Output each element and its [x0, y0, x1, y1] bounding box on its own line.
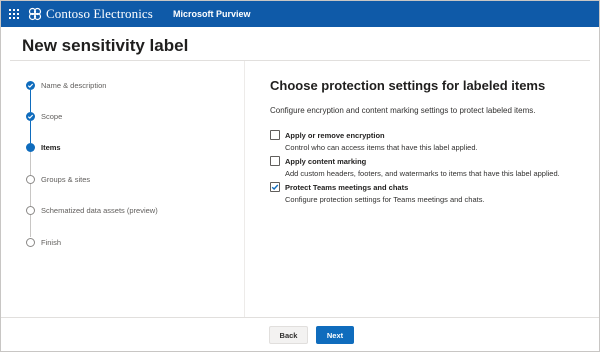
brand-name: Contoso Electronics [46, 5, 153, 21]
step-name-description[interactable]: Name & description [26, 78, 106, 92]
step-current-icon [26, 142, 35, 152]
next-button[interactable]: Next [316, 326, 354, 344]
step-items[interactable]: Items [26, 140, 61, 154]
step-pending-icon [26, 174, 35, 184]
step-label: Name & description [41, 80, 107, 90]
teams-meetings-checkbox[interactable] [270, 182, 280, 192]
option-content-marking: Apply content marking Add custom headers… [270, 156, 560, 178]
contoso-logo-icon [28, 7, 42, 20]
brand[interactable]: Contoso Electronics [28, 6, 153, 22]
step-pending-icon [26, 237, 35, 247]
option-description: Add custom headers, footers, and waterma… [285, 169, 560, 178]
option-description: Configure protection settings for Teams … [285, 195, 485, 204]
option-teams-meetings: Protect Teams meetings and chats Configu… [270, 182, 485, 204]
app-name[interactable]: Microsoft Purview [173, 9, 251, 19]
encryption-checkbox[interactable] [270, 130, 280, 140]
option-description: Control who can access items that have t… [285, 143, 478, 152]
footer-divider [0, 317, 600, 318]
page-title: New sensitivity label [22, 36, 189, 55]
app-launcher-icon[interactable] [0, 0, 28, 27]
wizard-steps: Name & description Scope Items Groups & … [0, 61, 245, 317]
step-label: Scope [41, 111, 63, 121]
step-connector [30, 215, 31, 237]
step-finish[interactable]: Finish [26, 235, 61, 249]
option-title: Apply content marking [285, 156, 367, 166]
step-pending-icon [26, 205, 35, 215]
checkmark-icon [271, 184, 279, 190]
top-bar: Contoso Electronics Microsoft Purview [0, 0, 600, 27]
step-complete-icon [26, 111, 35, 121]
option-title: Protect Teams meetings and chats [285, 182, 409, 192]
section-description: Configure encryption and content marking… [270, 106, 536, 115]
step-schematized-data-assets[interactable]: Schematized data assets (preview) [26, 203, 158, 217]
content-marking-checkbox[interactable] [270, 156, 280, 166]
step-groups-sites[interactable]: Groups & sites [26, 172, 90, 186]
step-scope[interactable]: Scope [26, 109, 62, 123]
step-label: Schematized data assets (preview) [41, 205, 158, 215]
section-title: Choose protection settings for labeled i… [270, 78, 546, 93]
back-button[interactable]: Back [269, 326, 308, 344]
option-encryption: Apply or remove encryption Control who c… [270, 130, 478, 152]
step-complete-icon [26, 80, 35, 90]
step-label: Finish [41, 237, 62, 247]
option-title: Apply or remove encryption [285, 130, 385, 140]
main-content: Choose protection settings for labeled i… [270, 78, 595, 204]
step-label: Items [41, 142, 61, 152]
step-label: Groups & sites [41, 174, 91, 184]
